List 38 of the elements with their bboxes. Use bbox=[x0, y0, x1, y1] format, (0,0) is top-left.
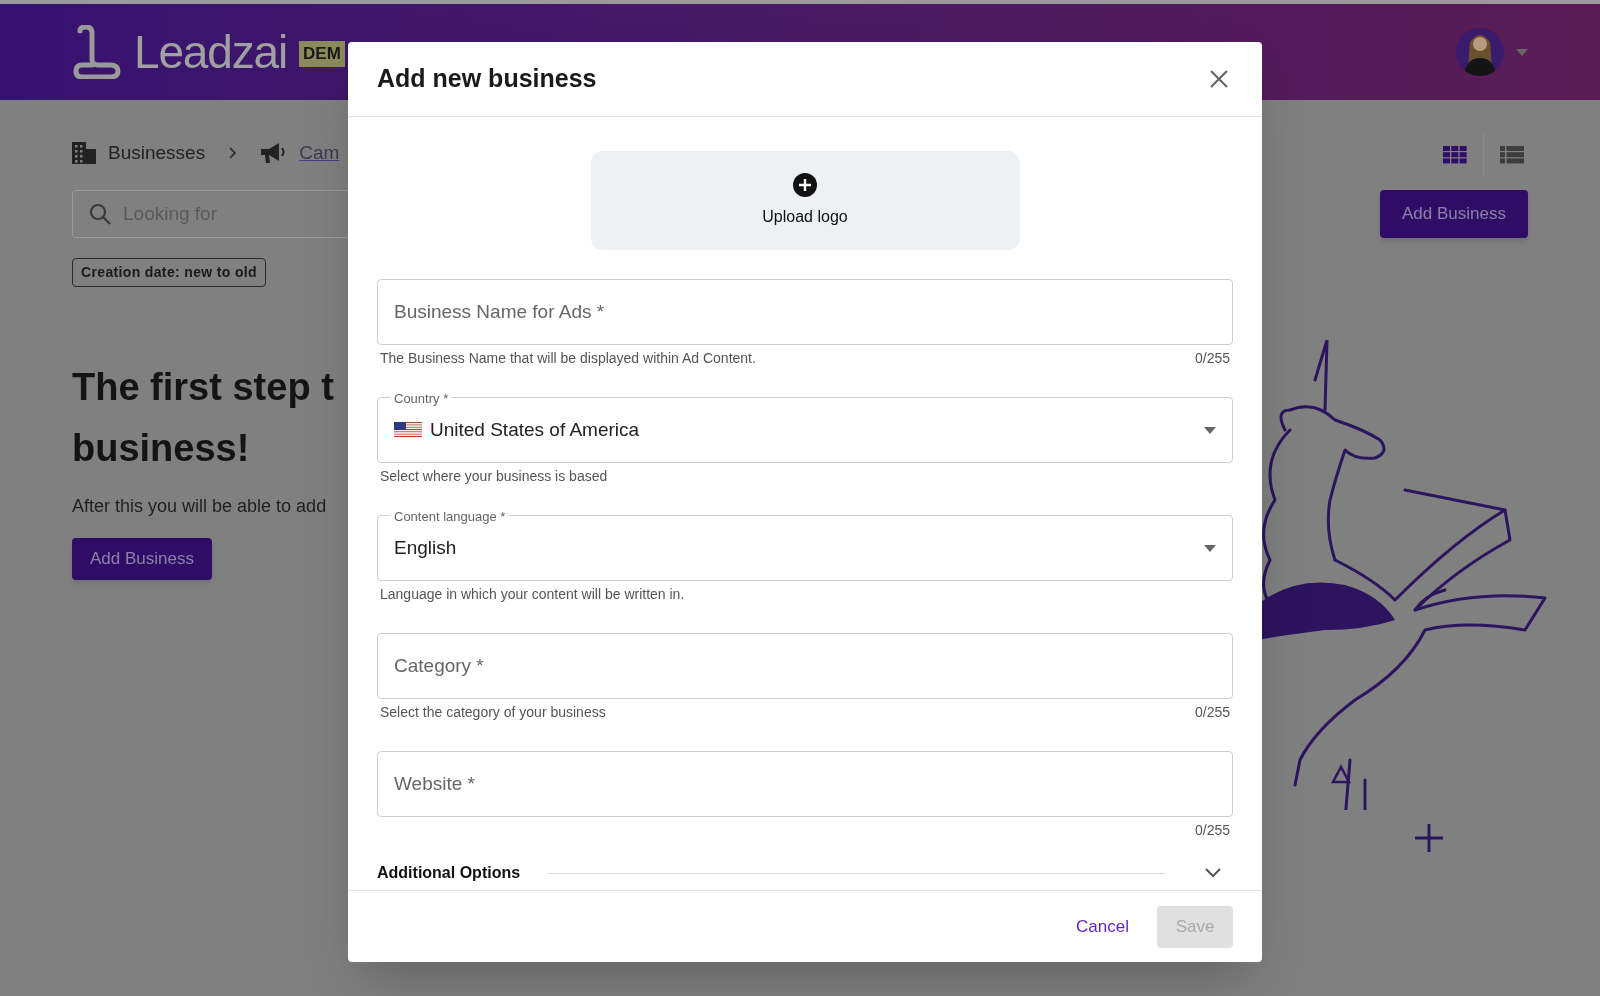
section-title[interactable]: Additional Options bbox=[377, 861, 521, 885]
field-value: English bbox=[394, 535, 458, 560]
input-field[interactable]: Website * bbox=[377, 751, 1233, 817]
plus-icon bbox=[1415, 824, 1443, 852]
upload-logo-button[interactable]: Upload logo bbox=[590, 151, 1020, 250]
breadcrumb-item[interactable]: Businesses bbox=[108, 138, 206, 168]
sort-chip[interactable]: Creation date: new to old bbox=[72, 258, 266, 287]
empty-state-heading: The first step t business! bbox=[72, 365, 335, 471]
add-business-button[interactable]: Add Business bbox=[1380, 190, 1528, 238]
input-field[interactable]: Business Name for Ads * bbox=[377, 279, 1233, 345]
building-icon bbox=[72, 142, 96, 164]
dropdown-caret-icon bbox=[1204, 544, 1216, 552]
add-business-button[interactable]: Add Business bbox=[72, 537, 212, 580]
character-counter: 0/255 bbox=[1194, 820, 1230, 840]
helper-text: Select where your business is based bbox=[380, 466, 608, 486]
input-field[interactable]: Category * bbox=[377, 633, 1233, 699]
field-placeholder: Website * bbox=[394, 771, 475, 796]
dropdown-caret-icon bbox=[1204, 426, 1216, 434]
field-placeholder: Business Name for Ads * bbox=[394, 299, 605, 324]
search-icon bbox=[89, 203, 111, 225]
field-placeholder: Category * bbox=[394, 653, 484, 678]
character-counter: 0/255 bbox=[1194, 348, 1230, 368]
chevron-icon bbox=[229, 147, 238, 159]
helper-text: Select the category of your business bbox=[380, 702, 606, 722]
field-value: United States of America bbox=[430, 417, 641, 442]
account-menu-caret-icon bbox=[1516, 48, 1528, 56]
demo-badge: DEM bbox=[299, 41, 345, 67]
flag-icon bbox=[394, 422, 422, 438]
expand-chevron-icon[interactable] bbox=[1205, 868, 1221, 878]
add-icon bbox=[793, 172, 817, 197]
empty-state-description: After this you will be able to add bbox=[72, 494, 328, 518]
logo-text: Leadzai bbox=[134, 24, 288, 80]
helper-text: The Business Name that will be displayed within Ad Content. bbox=[380, 348, 756, 368]
logo-icon bbox=[72, 25, 122, 79]
helper-text: Language in which your content will be written in. bbox=[380, 584, 685, 604]
character-counter: 0/255 bbox=[1194, 702, 1230, 722]
dialog-title: Add new business bbox=[377, 63, 597, 95]
cancel-button[interactable]: Cancel bbox=[1068, 913, 1137, 940]
